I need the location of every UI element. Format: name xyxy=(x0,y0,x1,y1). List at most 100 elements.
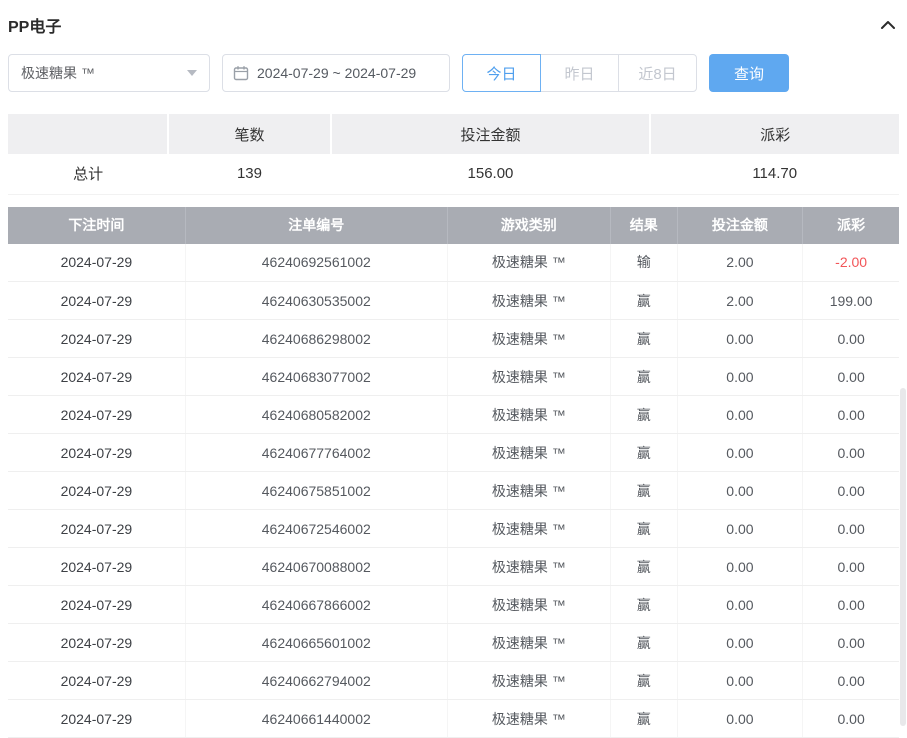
cell-bet-time: 2024-07-29 xyxy=(8,700,185,738)
game-select[interactable]: 极速糖果 ™ xyxy=(8,54,210,92)
cell-payout: 0.00 xyxy=(803,434,899,472)
cell-bet-time: 2024-07-29 xyxy=(8,586,185,624)
cell-result: 赢 xyxy=(610,586,677,624)
cell-bet-time: 2024-07-29 xyxy=(8,282,185,320)
cell-payout: 0.00 xyxy=(803,358,899,396)
cell-payout: 0.00 xyxy=(803,586,899,624)
cell-result: 赢 xyxy=(610,472,677,510)
quick-date-button-group: 今日 昨日 近8日 xyxy=(462,54,697,92)
cell-bet-time: 2024-07-29 xyxy=(8,510,185,548)
table-row: 2024-07-2946240675851002极速糖果 ™赢0.000.00 xyxy=(8,472,899,510)
cell-bet-amount: 0.00 xyxy=(677,396,803,434)
query-button[interactable]: 查询 xyxy=(709,54,789,92)
cell-game-type: 极速糖果 ™ xyxy=(447,700,610,738)
column-bet-amount: 投注金额 xyxy=(677,207,803,244)
yesterday-button[interactable]: 昨日 xyxy=(540,54,619,92)
cell-game-type: 极速糖果 ™ xyxy=(447,244,610,282)
date-range-value: 2024-07-29 ~ 2024-07-29 xyxy=(257,65,416,81)
date-range-input[interactable]: 2024-07-29 ~ 2024-07-29 xyxy=(222,54,450,92)
cell-game-type: 极速糖果 ™ xyxy=(447,320,610,358)
cell-bet-amount: 0.00 xyxy=(677,510,803,548)
table-row: 2024-07-2946240630535002极速糖果 ™赢2.00199.0… xyxy=(8,282,899,320)
cell-bet-amount: 0.00 xyxy=(677,662,803,700)
summary-header-row: 笔数 投注金额 派彩 xyxy=(8,114,899,154)
last-8-days-button[interactable]: 近8日 xyxy=(618,54,697,92)
cell-game-type: 极速糖果 ™ xyxy=(447,396,610,434)
cell-bet-amount: 0.00 xyxy=(677,624,803,662)
table-row: 2024-07-2946240683077002极速糖果 ™赢0.000.00 xyxy=(8,358,899,396)
cell-bet-id: 46240680582002 xyxy=(185,396,447,434)
calendar-icon xyxy=(233,65,249,81)
column-game-type: 游戏类别 xyxy=(447,207,610,244)
cell-result: 赢 xyxy=(610,282,677,320)
cell-bet-id: 46240630535002 xyxy=(185,282,447,320)
cell-result: 赢 xyxy=(610,358,677,396)
summary-total-payout: 114.70 xyxy=(650,154,899,194)
cell-result: 输 xyxy=(610,244,677,282)
summary-table: 笔数 投注金额 派彩 总计 139 156.00 114.70 xyxy=(8,114,899,195)
cell-bet-time: 2024-07-29 xyxy=(8,320,185,358)
table-row: 2024-07-2946240665601002极速糖果 ™赢0.000.00 xyxy=(8,624,899,662)
cell-game-type: 极速糖果 ™ xyxy=(447,662,610,700)
cell-bet-amount: 0.00 xyxy=(677,358,803,396)
cell-bet-id: 46240670088002 xyxy=(185,548,447,586)
today-button[interactable]: 今日 xyxy=(462,54,541,92)
cell-payout: 0.00 xyxy=(803,396,899,434)
cell-bet-amount: 0.00 xyxy=(677,548,803,586)
summary-total-count: 139 xyxy=(168,154,330,194)
summary-total-bet-amount: 156.00 xyxy=(331,154,651,194)
cell-game-type: 极速糖果 ™ xyxy=(447,472,610,510)
summary-header-count: 笔数 xyxy=(168,114,330,154)
records-header-row: 下注时间 注单编号 游戏类别 结果 投注金额 派彩 xyxy=(8,207,899,244)
table-row: 2024-07-2946240667866002极速糖果 ™赢0.000.00 xyxy=(8,586,899,624)
filter-bar: 极速糖果 ™ 2024-07-29 ~ 2024-07-29 今日 昨日 近8日… xyxy=(8,54,899,92)
column-bet-time: 下注时间 xyxy=(8,207,185,244)
cell-payout: 199.00 xyxy=(803,282,899,320)
summary-header-blank xyxy=(8,114,168,154)
cell-payout: 0.00 xyxy=(803,548,899,586)
cell-bet-id: 46240692561002 xyxy=(185,244,447,282)
cell-bet-time: 2024-07-29 xyxy=(8,662,185,700)
cell-bet-time: 2024-07-29 xyxy=(8,396,185,434)
cell-game-type: 极速糖果 ™ xyxy=(447,586,610,624)
table-row: 2024-07-2946240662794002极速糖果 ™赢0.000.00 xyxy=(8,662,899,700)
cell-payout: 0.00 xyxy=(803,472,899,510)
cell-bet-amount: 2.00 xyxy=(677,244,803,282)
cell-bet-id: 46240686298002 xyxy=(185,320,447,358)
summary-total-label: 总计 xyxy=(8,154,168,194)
cell-bet-amount: 0.00 xyxy=(677,320,803,358)
cell-game-type: 极速糖果 ™ xyxy=(447,434,610,472)
records-table: 下注时间 注单编号 游戏类别 结果 投注金额 派彩 2024-07-294624… xyxy=(8,207,899,738)
table-row: 2024-07-2946240680582002极速糖果 ™赢0.000.00 xyxy=(8,396,899,434)
cell-bet-time: 2024-07-29 xyxy=(8,358,185,396)
table-row: 2024-07-2946240672546002极速糖果 ™赢0.000.00 xyxy=(8,510,899,548)
cell-bet-id: 46240662794002 xyxy=(185,662,447,700)
cell-bet-amount: 0.00 xyxy=(677,586,803,624)
cell-result: 赢 xyxy=(610,548,677,586)
collapse-chevron-up-icon[interactable] xyxy=(877,14,899,36)
cell-bet-amount: 0.00 xyxy=(677,472,803,510)
cell-bet-time: 2024-07-29 xyxy=(8,472,185,510)
cell-bet-amount: 2.00 xyxy=(677,282,803,320)
cell-bet-id: 46240683077002 xyxy=(185,358,447,396)
cell-game-type: 极速糖果 ™ xyxy=(447,624,610,662)
page-title: PP电子 xyxy=(8,13,61,37)
cell-bet-id: 46240661440002 xyxy=(185,700,447,738)
cell-bet-id: 46240677764002 xyxy=(185,434,447,472)
table-row: 2024-07-2946240677764002极速糖果 ™赢0.000.00 xyxy=(8,434,899,472)
cell-bet-time: 2024-07-29 xyxy=(8,434,185,472)
cell-result: 赢 xyxy=(610,510,677,548)
cell-bet-id: 46240665601002 xyxy=(185,624,447,662)
cell-bet-amount: 0.00 xyxy=(677,434,803,472)
cell-result: 赢 xyxy=(610,700,677,738)
cell-payout: 0.00 xyxy=(803,662,899,700)
column-result: 结果 xyxy=(610,207,677,244)
cell-result: 赢 xyxy=(610,624,677,662)
scrollbar[interactable] xyxy=(900,388,906,726)
betting-records-panel: PP电子 极速糖果 ™ 2024-07-29 ~ 2024-07-29 xyxy=(0,0,907,738)
cell-game-type: 极速糖果 ™ xyxy=(447,548,610,586)
cell-bet-time: 2024-07-29 xyxy=(8,624,185,662)
cell-game-type: 极速糖果 ™ xyxy=(447,282,610,320)
cell-payout: 0.00 xyxy=(803,320,899,358)
column-bet-id: 注单编号 xyxy=(185,207,447,244)
